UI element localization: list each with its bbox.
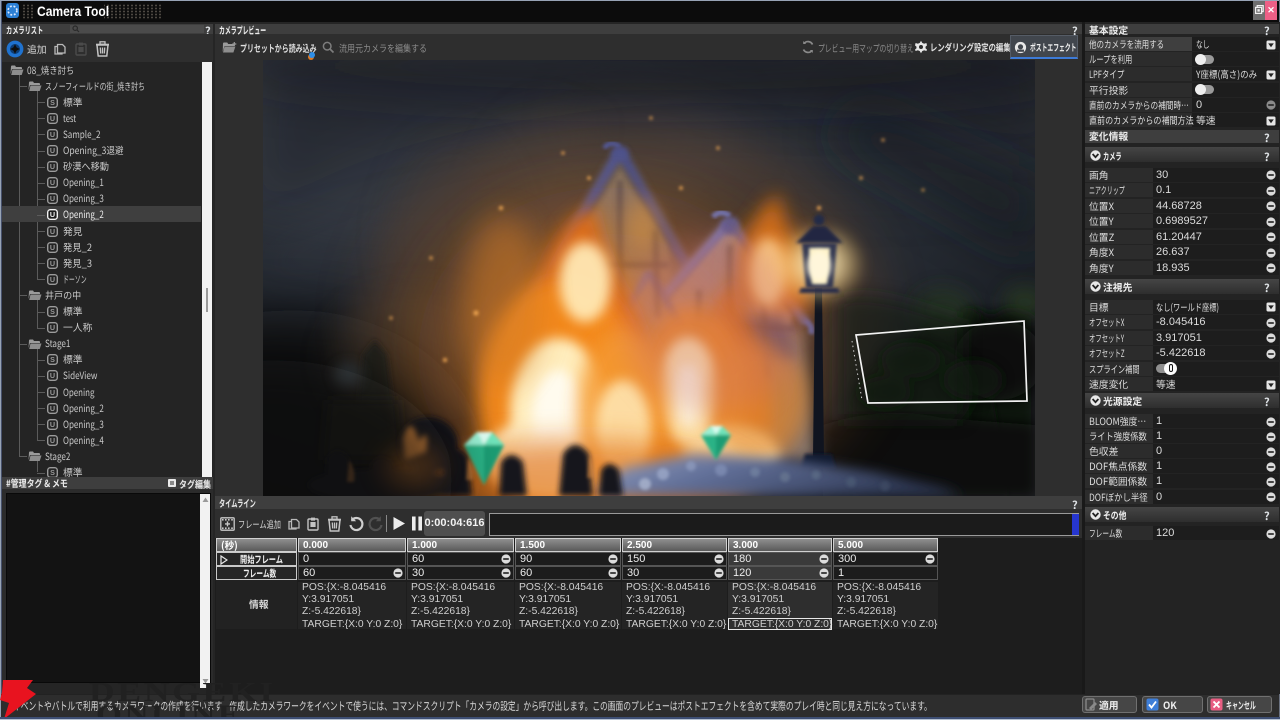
svg-text:U: U: [50, 404, 55, 413]
svg-text:U: U: [50, 259, 55, 268]
svg-text:U: U: [50, 130, 55, 139]
svg-text:U: U: [50, 211, 55, 220]
svg-text:U: U: [50, 275, 55, 284]
svg-text:U: U: [50, 372, 55, 381]
svg-text:U: U: [50, 178, 55, 187]
svg-text:U: U: [50, 227, 55, 236]
svg-text:U: U: [50, 243, 55, 252]
svg-text:U: U: [50, 146, 55, 155]
svg-text:U: U: [50, 420, 55, 429]
svg-text:U: U: [50, 162, 55, 171]
svg-text:U: U: [50, 436, 55, 445]
svg-text:S: S: [50, 98, 55, 107]
svg-text:U: U: [50, 323, 55, 332]
svg-text:U: U: [50, 114, 55, 123]
svg-text:U: U: [50, 194, 55, 203]
svg-text:S: S: [50, 355, 55, 364]
svg-text:S: S: [50, 307, 55, 316]
svg-text:U: U: [50, 388, 55, 397]
